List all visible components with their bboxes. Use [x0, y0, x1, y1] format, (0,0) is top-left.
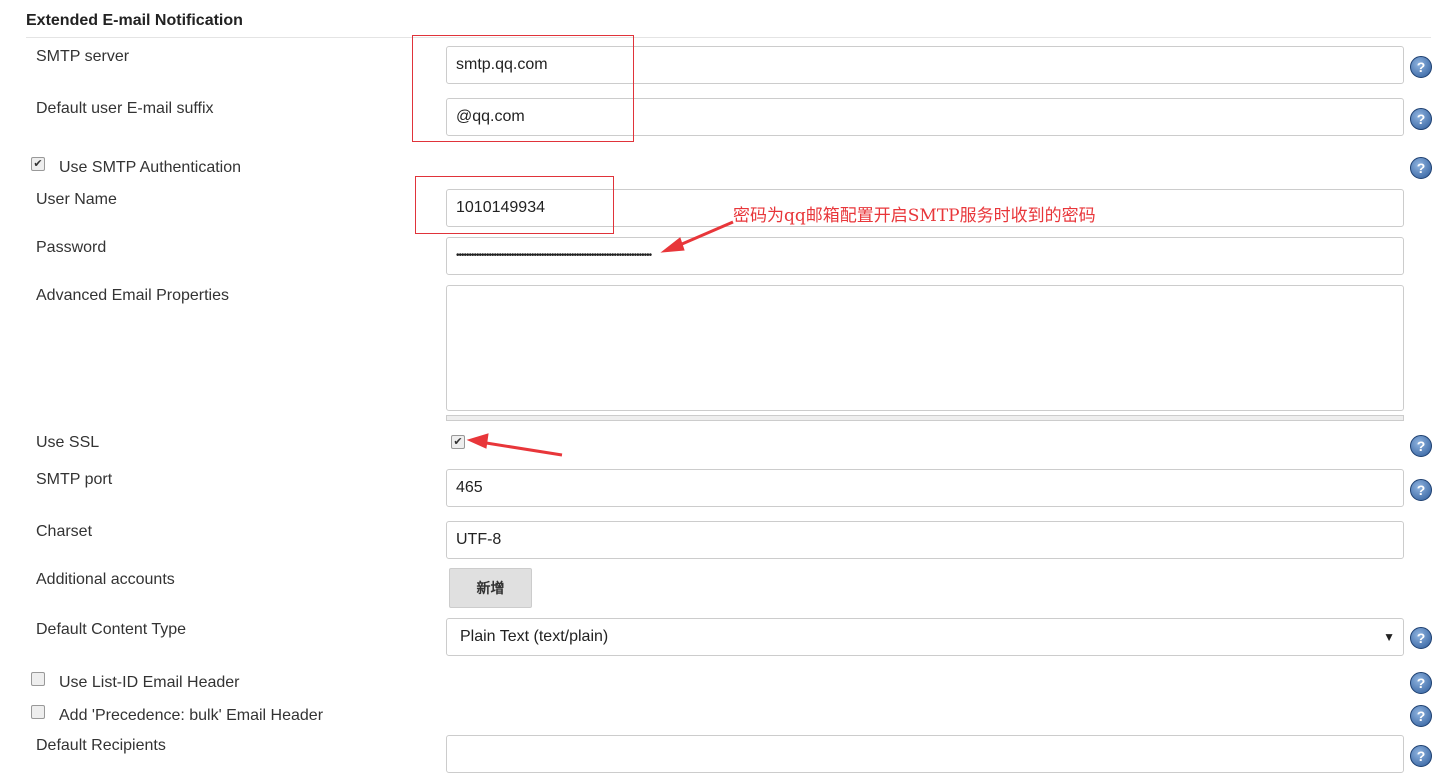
resize-handle[interactable]	[446, 415, 1404, 421]
recipients-input[interactable]	[446, 735, 1404, 773]
recipients-label: Default Recipients	[36, 737, 166, 754]
accounts-label: Additional accounts	[36, 571, 175, 588]
port-label: SMTP port	[36, 471, 113, 488]
help-icon[interactable]: ?	[1410, 627, 1432, 649]
charset-label: Charset	[36, 523, 93, 540]
arrow-icon	[479, 440, 563, 457]
ssl-label: Use SSL	[36, 434, 100, 451]
arrow-icon	[674, 220, 734, 249]
content-type-value: Plain Text (text/plain)	[460, 628, 609, 645]
dropdown-arrow-icon: ▼	[1383, 630, 1395, 644]
content-type-select[interactable]: Plain Text (text/plain) ▼	[446, 618, 1404, 656]
help-icon[interactable]: ?	[1410, 705, 1432, 727]
arrow-icon	[660, 237, 685, 253]
precedence-label: Add 'Precedence: bulk' Email Header	[59, 707, 324, 724]
port-input[interactable]: 465	[446, 469, 1404, 507]
charset-input[interactable]: UTF-8	[446, 521, 1404, 559]
help-icon[interactable]: ?	[1410, 435, 1432, 457]
content-type-label: Default Content Type	[36, 621, 187, 638]
list-id-checkbox[interactable]	[31, 672, 45, 686]
help-icon[interactable]: ?	[1410, 479, 1432, 501]
arrow-icon	[466, 433, 489, 449]
advanced-label: Advanced Email Properties	[36, 287, 229, 304]
list-id-label: Use List-ID Email Header	[59, 674, 240, 691]
help-icon[interactable]: ?	[1410, 745, 1432, 767]
precedence-checkbox[interactable]	[31, 705, 45, 719]
advanced-textarea[interactable]	[446, 285, 1404, 411]
add-account-button[interactable]: 新增	[449, 568, 532, 608]
ssl-checkbox[interactable]: ✔	[451, 435, 465, 449]
help-icon[interactable]: ?	[1410, 672, 1432, 694]
